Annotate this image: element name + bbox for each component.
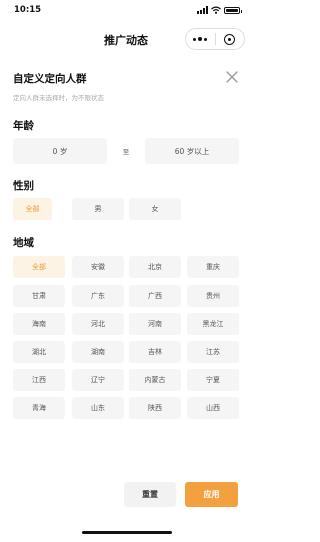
status-bar: 10:15: [0, 0, 252, 22]
region-option[interactable]: 广东: [72, 285, 124, 307]
exit-button[interactable]: [216, 29, 245, 49]
region-option[interactable]: 内蒙古: [129, 369, 181, 391]
region-option[interactable]: 北京: [129, 256, 181, 278]
home-indicator: [82, 531, 172, 534]
panel-subtitle: 定向人群未选择时，为不限状态: [13, 94, 104, 102]
age-label: 年龄: [13, 120, 34, 132]
age-separator: 至: [122, 148, 130, 156]
region-option[interactable]: 广西: [129, 285, 181, 307]
region-option[interactable]: 江苏: [187, 341, 239, 363]
battery-icon: [224, 6, 242, 14]
age-max-select[interactable]: 60 岁以上: [145, 138, 239, 164]
region-option[interactable]: 山东: [72, 397, 124, 419]
cellular-signal-icon: [197, 6, 208, 14]
region-option[interactable]: 宁夏: [187, 369, 239, 391]
region-option[interactable]: 重庆: [187, 256, 239, 278]
region-option[interactable]: 山西: [187, 397, 239, 419]
close-icon[interactable]: [225, 70, 239, 84]
mini-program-capsule: [185, 28, 245, 50]
region-option[interactable]: 黑龙江: [187, 313, 239, 335]
region-option[interactable]: 陕西: [129, 397, 181, 419]
region-option[interactable]: 江西: [13, 369, 65, 391]
apply-button[interactable]: 应用: [185, 482, 238, 507]
more-button[interactable]: [186, 29, 215, 49]
gender-option-all[interactable]: 全部: [13, 198, 52, 220]
region-option[interactable]: 湖南: [72, 341, 124, 363]
panel-title: 自定义定向人群: [13, 73, 87, 85]
reset-button[interactable]: 重置: [124, 482, 176, 507]
region-option[interactable]: 河南: [129, 313, 181, 335]
region-label: 地域: [13, 237, 34, 249]
region-option[interactable]: 青海: [13, 397, 65, 419]
region-option[interactable]: 辽宁: [72, 369, 124, 391]
region-option[interactable]: 安徽: [72, 256, 124, 278]
more-dots-icon: [193, 37, 208, 41]
region-option[interactable]: 贵州: [187, 285, 239, 307]
region-option[interactable]: 全部: [13, 256, 65, 278]
region-option[interactable]: 河北: [72, 313, 124, 335]
wifi-icon: [211, 6, 221, 14]
gender-option-female[interactable]: 女: [129, 198, 181, 220]
gender-label: 性别: [13, 180, 34, 192]
status-time: 10:15: [14, 5, 42, 15]
region-option[interactable]: 甘肃: [13, 285, 65, 307]
region-option[interactable]: 湖北: [13, 341, 65, 363]
region-option[interactable]: 吉林: [129, 341, 181, 363]
exit-ring-icon: [224, 33, 236, 45]
gender-option-male[interactable]: 男: [72, 198, 124, 220]
region-option[interactable]: 海南: [13, 313, 65, 335]
status-icons: [197, 6, 242, 14]
age-min-select[interactable]: 0 岁: [13, 138, 107, 164]
nav-bar: 推广动态: [0, 22, 252, 58]
